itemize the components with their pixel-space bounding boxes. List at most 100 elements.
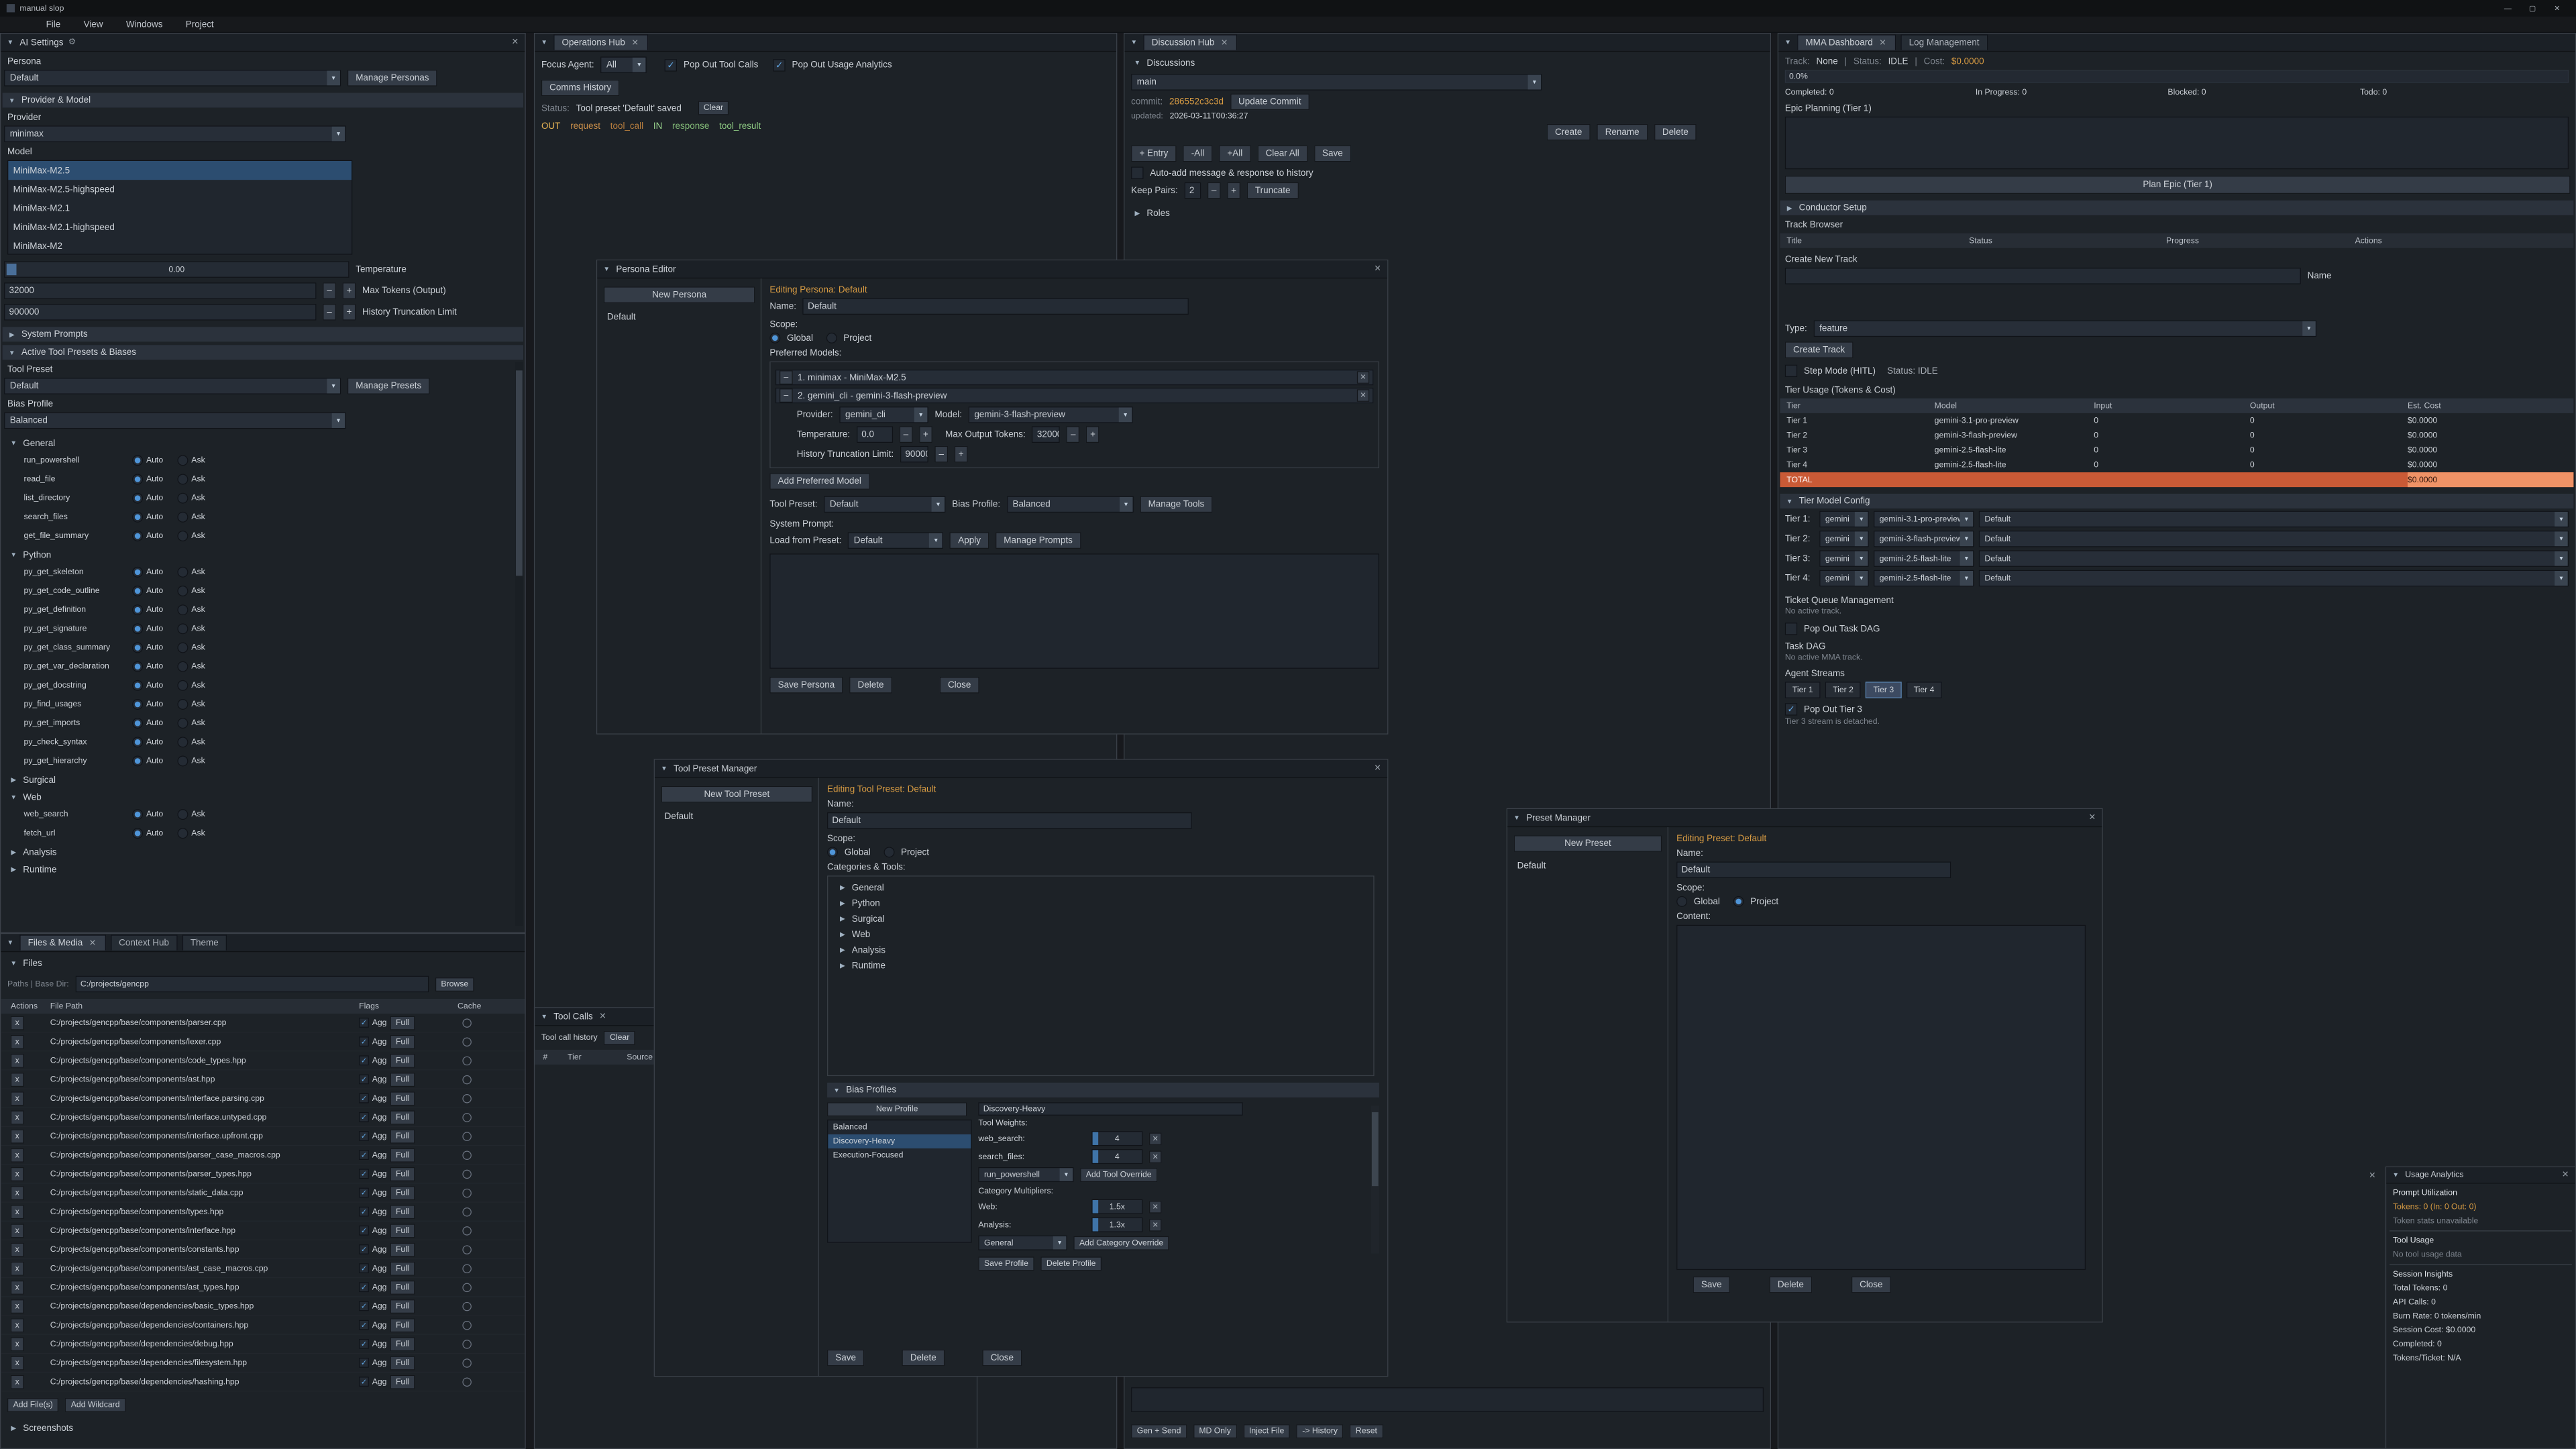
history-truncation-input[interactable]: 900000 (4, 304, 316, 320)
manage-prompts-button[interactable]: Manage Prompts (996, 532, 1081, 548)
provider-combo[interactable]: minimax (4, 125, 345, 142)
agg-checkbox[interactable] (359, 1339, 369, 1349)
menu-item[interactable]: File (46, 19, 61, 30)
full-button[interactable]: Full (390, 1167, 415, 1181)
temperature-input[interactable]: 0.0 (857, 427, 893, 443)
ask-radio[interactable] (177, 756, 188, 767)
close-icon[interactable] (598, 1012, 608, 1021)
cache-indicator-icon[interactable] (462, 1018, 471, 1027)
temperature-slider[interactable]: 0.00 (4, 261, 349, 277)
stream-tab[interactable]: Tier 4 (1907, 682, 1942, 698)
auto-radio[interactable] (132, 455, 143, 466)
category-override-combo[interactable]: General (978, 1236, 1067, 1250)
update-commit-button[interactable]: Update Commit (1230, 94, 1309, 110)
full-button[interactable]: Full (390, 1073, 415, 1087)
discussion-send-button[interactable]: Gen + Send (1131, 1424, 1187, 1438)
auto-radio[interactable] (132, 604, 143, 615)
profile-name-input[interactable]: Discovery-Heavy (978, 1102, 1242, 1116)
epic-planning-textarea[interactable] (1785, 117, 2569, 169)
browse-button[interactable]: Browse (435, 977, 474, 991)
scrollbar-grab[interactable] (1372, 1112, 1379, 1186)
full-button[interactable]: Full (390, 1280, 415, 1294)
full-button[interactable]: Full (390, 1224, 415, 1238)
ask-radio[interactable] (177, 586, 188, 596)
add-category-override-button[interactable]: Add Category Override (1073, 1236, 1169, 1250)
close-tab-icon[interactable] (630, 38, 640, 47)
agg-checkbox[interactable] (359, 1018, 369, 1028)
remove-file-button[interactable]: x (11, 1280, 24, 1294)
tool-preset-combo[interactable]: Default (4, 378, 341, 394)
manage-presets-button[interactable]: Manage Presets (347, 378, 430, 394)
ask-radio[interactable] (177, 737, 188, 747)
full-button[interactable]: Full (390, 1034, 415, 1049)
agg-checkbox[interactable] (359, 1263, 369, 1273)
decrement-button[interactable]: – (1067, 427, 1080, 443)
remove-file-button[interactable]: x (11, 1224, 24, 1238)
clear-tool-calls-button[interactable]: Clear (604, 1031, 635, 1045)
agg-checkbox[interactable] (359, 1150, 369, 1160)
preset-list-item[interactable]: Default (1507, 859, 1668, 873)
multiplier-drag[interactable]: 1.5x (1091, 1199, 1142, 1214)
stream-tab[interactable]: Tier 1 (1785, 682, 1821, 698)
agg-checkbox[interactable] (359, 1244, 369, 1254)
preferred-provider-combo[interactable]: gemini_cli (839, 407, 928, 423)
category-tree-node[interactable]: Surgical (828, 911, 1373, 926)
increment-button[interactable]: + (343, 304, 356, 320)
tab-discussion-hub[interactable]: Discussion Hub (1143, 34, 1237, 50)
remove-file-button[interactable]: x (11, 1186, 24, 1200)
remove-file-button[interactable]: x (11, 1375, 24, 1389)
full-button[interactable]: Full (390, 1148, 415, 1162)
cache-indicator-icon[interactable] (462, 1207, 471, 1216)
agg-checkbox[interactable] (359, 1282, 369, 1292)
tier-provider-combo[interactable]: gemini (1819, 550, 1868, 566)
full-button[interactable]: Full (390, 1186, 415, 1200)
tab-log-management[interactable]: Log Management (1900, 34, 1987, 50)
auto-radio[interactable] (132, 828, 143, 839)
tier-model-combo[interactable]: gemini-3.1-pro-preview (1874, 511, 1974, 527)
global-radio[interactable] (1676, 896, 1687, 907)
close-dialog-button[interactable]: Close (940, 677, 979, 693)
ask-radio[interactable] (177, 531, 188, 541)
collapse-caret-icon[interactable] (2391, 1171, 2400, 1179)
auto-radio[interactable] (132, 680, 143, 691)
apply-button[interactable]: Apply (950, 532, 989, 548)
remove-weight-button[interactable] (1149, 1150, 1161, 1163)
multiplier-drag[interactable]: 1.3x (1091, 1218, 1142, 1232)
ask-radio[interactable] (177, 567, 188, 578)
bias-profile-item[interactable]: Balanced (828, 1120, 971, 1134)
tab-context-hub[interactable]: Context Hub (111, 934, 177, 950)
full-button[interactable]: Full (390, 1299, 415, 1313)
full-button[interactable]: Full (390, 1242, 415, 1256)
close-icon[interactable] (1373, 264, 1383, 273)
remove-file-button[interactable]: x (11, 1242, 24, 1256)
agg-checkbox[interactable] (359, 1226, 369, 1236)
screenshots-section[interactable]: Screenshots (1, 1420, 525, 1436)
model-list-item[interactable]: MiniMax-M2.5-highspeed (8, 180, 352, 199)
ask-radio[interactable] (177, 828, 188, 839)
reorder-handle[interactable] (780, 388, 793, 402)
model-list-item[interactable]: MiniMax-M2.5 (8, 161, 352, 180)
remove-file-button[interactable]: x (11, 1034, 24, 1049)
tier-provider-combo[interactable]: gemini (1819, 531, 1868, 547)
cache-indicator-icon[interactable] (462, 1113, 471, 1122)
tool-group-runtime[interactable]: Runtime (1, 861, 525, 877)
tier-preset-combo[interactable]: Default (1979, 550, 2569, 566)
full-button[interactable]: Full (390, 1375, 415, 1389)
reorder-handle[interactable] (780, 370, 793, 384)
menu-item[interactable]: Windows (126, 19, 163, 30)
add-files-button[interactable]: Add File(s) (7, 1398, 58, 1412)
agg-checkbox[interactable] (359, 1169, 369, 1179)
full-button[interactable]: Full (390, 1337, 415, 1351)
ask-radio[interactable] (177, 455, 188, 466)
ask-radio[interactable] (177, 661, 188, 672)
settings-gear-icon[interactable] (68, 38, 76, 46)
cache-indicator-icon[interactable] (462, 1150, 471, 1159)
full-button[interactable]: Full (390, 1205, 415, 1219)
clear-status-button[interactable]: Clear (698, 101, 729, 115)
close-icon[interactable] (2561, 1171, 2571, 1179)
remove-file-button[interactable]: x (11, 1129, 24, 1143)
remove-file-button[interactable]: x (11, 1318, 24, 1332)
full-button[interactable]: Full (390, 1318, 415, 1332)
bias-profiles-section[interactable]: Bias Profiles (827, 1083, 1379, 1097)
load-preset-combo[interactable]: Default (848, 532, 943, 548)
